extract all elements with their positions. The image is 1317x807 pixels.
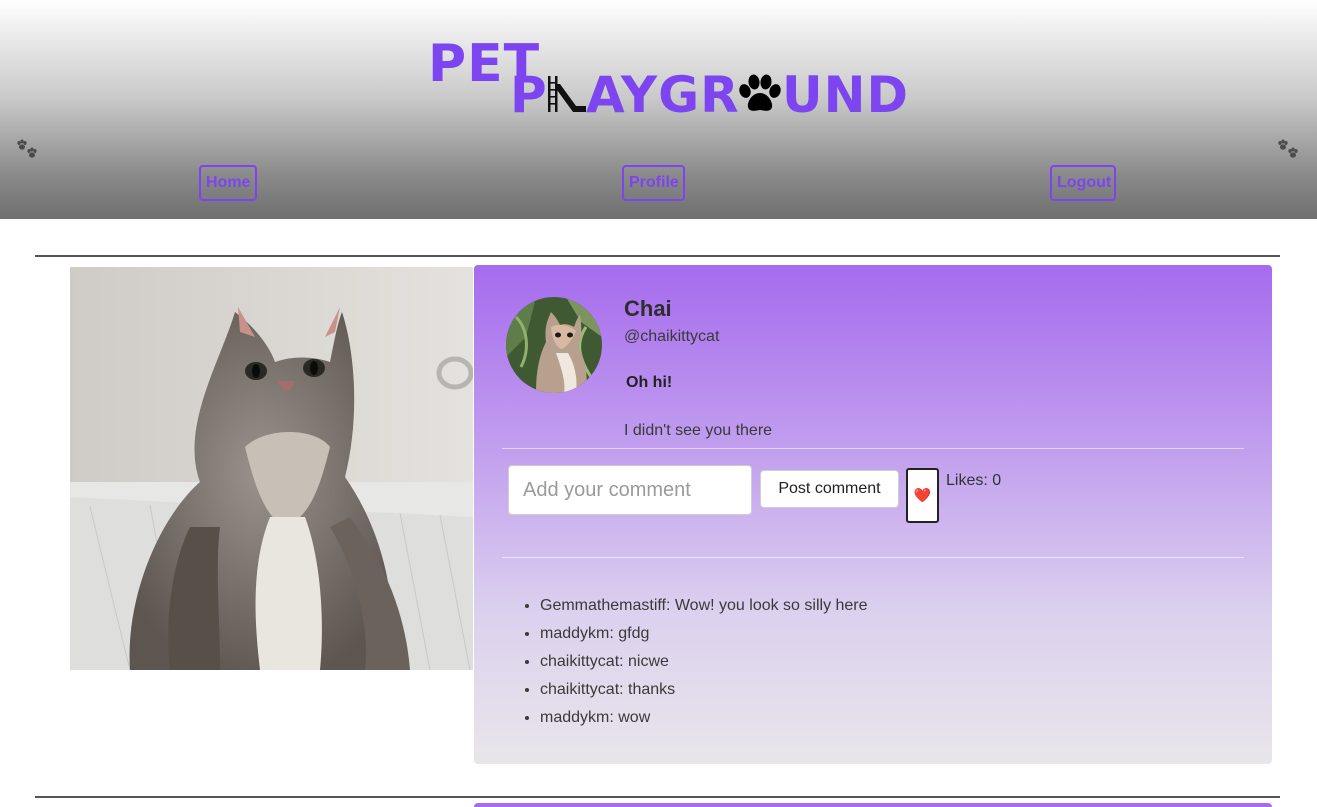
logo-letter-p: P xyxy=(510,66,548,124)
avatar[interactable] xyxy=(506,297,602,393)
next-post-card xyxy=(474,803,1272,807)
comment-item: maddykm: gfdg xyxy=(540,623,868,651)
post-author-name[interactable]: Chai xyxy=(624,296,672,322)
logo-letters-aygr: AYGR xyxy=(586,66,740,124)
comment-item: chaikittycat: thanks xyxy=(540,679,868,707)
post-divider xyxy=(35,255,1280,257)
post-comment-button[interactable]: Post comment xyxy=(760,470,899,508)
comments-list: Gemmathemastiff: Wow! you look so silly … xyxy=(522,595,868,735)
slide-icon xyxy=(548,76,586,112)
post-caption: I didn't see you there xyxy=(624,422,773,439)
site-header: PET P AYGR UND Home Profile Logout xyxy=(0,0,1317,219)
nav-logout-button[interactable]: Logout xyxy=(1050,165,1116,201)
cat-photo-illustration xyxy=(70,267,473,670)
comment-item: maddykm: wow xyxy=(540,707,868,735)
post-card: Chai @chaikittycat Oh hi! I didn't see y… xyxy=(474,265,1272,764)
paw-prints-icon xyxy=(17,139,37,158)
post-divider xyxy=(35,796,1280,798)
logo-letters-und: UND xyxy=(782,66,909,124)
comment-item: Gemmathemastiff: Wow! you look so silly … xyxy=(540,595,868,623)
card-divider xyxy=(502,557,1244,558)
post-author-handle[interactable]: @chaikittycat xyxy=(624,328,719,346)
like-button[interactable]: ❤️ xyxy=(906,468,939,523)
comment-input[interactable] xyxy=(508,465,752,515)
paw-prints-icon xyxy=(1278,139,1298,158)
comment-item: chaikittycat: nicwe xyxy=(540,651,868,679)
avatar-image xyxy=(506,297,602,393)
post-title: Oh hi! xyxy=(626,374,673,391)
card-divider xyxy=(502,448,1244,449)
post-photo xyxy=(70,267,473,670)
paw-icon xyxy=(739,74,781,111)
nav-profile-button[interactable]: Profile xyxy=(622,165,685,201)
heart-icon: ❤️ xyxy=(913,487,932,503)
likes-count: Likes: 0 xyxy=(946,472,1002,489)
site-logo[interactable]: PET P AYGR UND xyxy=(0,0,1317,130)
nav-home-button[interactable]: Home xyxy=(199,165,257,201)
